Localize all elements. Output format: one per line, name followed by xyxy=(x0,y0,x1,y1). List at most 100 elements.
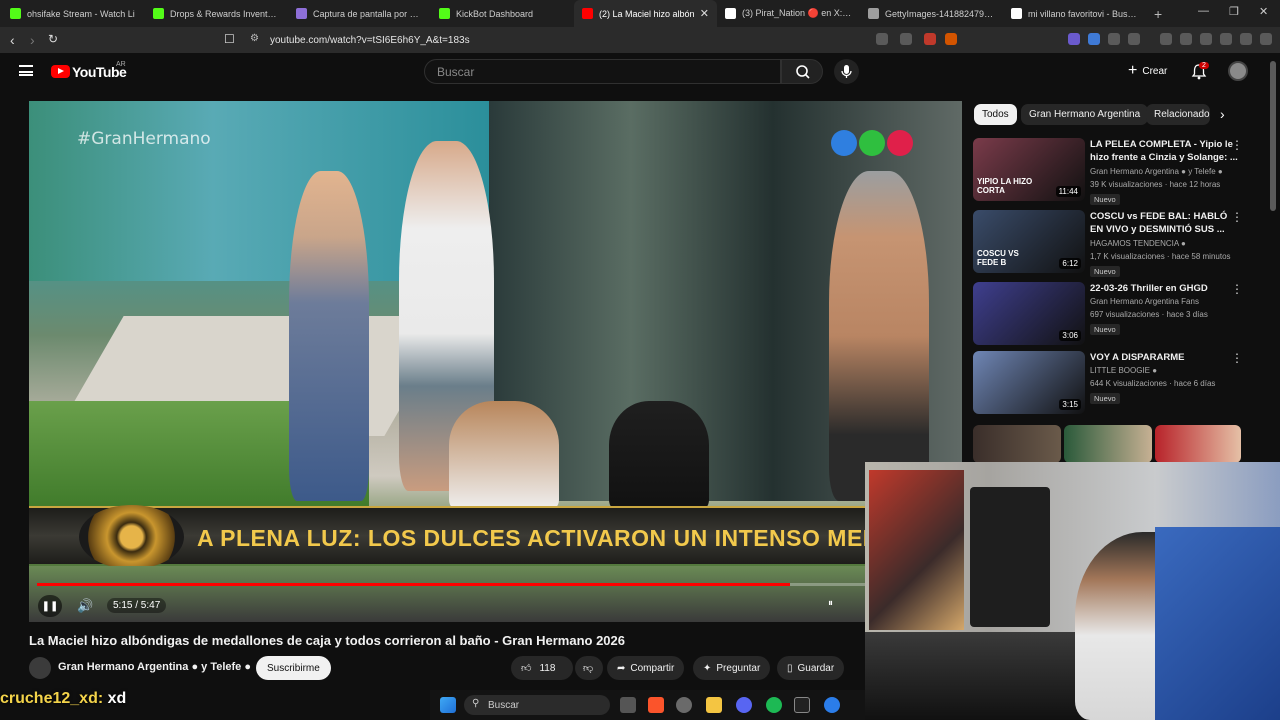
autoplay-toggle[interactable]: ⏸ xyxy=(828,598,833,609)
recommended-thumbnail[interactable] xyxy=(1064,425,1152,463)
search-input[interactable]: Buscar xyxy=(424,59,781,84)
recommended-video[interactable]: YIPIO LA HIZO CORTA 11:44 LA PELEA COMPLET… xyxy=(973,138,1263,205)
windows-start-icon[interactable] xyxy=(440,697,456,713)
share-icon[interactable] xyxy=(900,33,912,45)
tab[interactable]: ohsifake Stream - Watch Li xyxy=(2,0,145,27)
tab[interactable]: Drops & Rewards Inventory - K xyxy=(145,0,288,27)
wallet-icon[interactable] xyxy=(1200,33,1212,45)
extensions-puzzle-icon[interactable] xyxy=(1108,33,1120,45)
voice-search-button[interactable] xyxy=(834,59,859,84)
task-view-icon[interactable] xyxy=(620,697,636,713)
forward-icon[interactable]: › xyxy=(30,32,35,48)
video-player[interactable]: #GranHermano A PLENA LUZ: LOS DULCES ACT… xyxy=(29,101,962,622)
chevron-right-icon[interactable]: › xyxy=(1220,106,1225,122)
extension-icon[interactable] xyxy=(1068,33,1080,45)
channel-name[interactable]: Gran Hermano Argentina ● y Telefe ● xyxy=(1090,167,1223,176)
more-options-icon[interactable]: ⋮ xyxy=(1231,210,1243,224)
brave-rewards-icon[interactable] xyxy=(945,33,957,45)
video-title[interactable]: COSCU vs FEDE BAL: HABLÓ EN VIVO y DESMI… xyxy=(1090,210,1238,236)
account-avatar[interactable] xyxy=(1228,61,1248,81)
video-title[interactable]: 22-03-26 Thriller en GHGD xyxy=(1090,282,1238,295)
more-options-icon[interactable]: ⋮ xyxy=(1231,282,1243,296)
thumbs-down-icon: 👎︎ xyxy=(583,663,594,674)
brave-browser-icon[interactable] xyxy=(648,697,664,713)
spotify-icon[interactable] xyxy=(766,697,782,713)
file-explorer-icon[interactable] xyxy=(706,697,722,713)
taskbar-search[interactable]: ⚲ Buscar xyxy=(464,695,610,715)
recommended-thumbnail[interactable] xyxy=(1155,425,1241,463)
video-thumbnail[interactable]: COSCU VS FEDE B 6:12 xyxy=(973,210,1085,273)
video-duration: 3:15 xyxy=(1059,399,1081,410)
sidebar-icon[interactable] xyxy=(1180,33,1192,45)
save-button[interactable]: ▯ Guardar xyxy=(777,656,845,680)
video-thumbnail[interactable]: 3:15 xyxy=(973,351,1085,414)
tab[interactable]: GettyImages-1418824798.jpg xyxy=(860,0,1003,27)
ask-button[interactable]: ✦ Preguntar xyxy=(693,656,771,680)
poster xyxy=(869,470,964,630)
hamburger-menu-icon[interactable] xyxy=(19,65,33,76)
reload-icon[interactable]: ↻ xyxy=(48,32,58,46)
progress-bar[interactable] xyxy=(37,583,867,586)
url-field[interactable]: ⚙ youtube.com/watch?v=tSI6E6h6Y_A&t=183s xyxy=(242,30,962,50)
video-thumbnail[interactable]: 3:06 xyxy=(973,282,1085,345)
recommended-video[interactable]: 3:15 VOY A DISPARARME LITTLE BOOGIE ● 644 K… xyxy=(973,351,1263,415)
more-options-icon[interactable]: ⋮ xyxy=(1231,351,1243,365)
chip-relacionado[interactable]: Relacionado xyxy=(1146,104,1210,125)
app-icon[interactable] xyxy=(794,697,810,713)
pause-button[interactable]: ❚❚ xyxy=(38,595,62,617)
leo-icon[interactable] xyxy=(1220,33,1232,45)
tab[interactable]: KickBot Dashboard xyxy=(431,0,574,27)
subscribe-button[interactable]: Suscribirme xyxy=(256,656,331,680)
like-button[interactable]: 👍︎ 118 xyxy=(511,656,573,680)
channel-name[interactable]: LITTLE BOOGIE ● xyxy=(1090,366,1157,375)
scrollbar[interactable] xyxy=(1270,61,1276,211)
like-count: 118 xyxy=(539,662,556,674)
video-thumbnail[interactable]: YIPIO LA HIZO CORTA 11:44 xyxy=(973,138,1085,201)
discord-icon[interactable] xyxy=(736,697,752,713)
share-button[interactable]: ➦ Compartir xyxy=(607,656,685,680)
recommended-thumbnail[interactable] xyxy=(973,425,1061,463)
time-display: 5:15 / 5:47 xyxy=(107,598,167,613)
media-icon[interactable] xyxy=(1160,33,1172,45)
maximize-icon[interactable]: ❐ xyxy=(1229,5,1239,18)
create-button[interactable]: + Crear xyxy=(1120,60,1175,82)
tab-favicon-icon xyxy=(1011,8,1022,19)
recommended-video[interactable]: COSCU VS FEDE B 6:12 COSCU vs FEDE BAL: HA… xyxy=(973,210,1263,277)
menu-icon[interactable] xyxy=(1260,33,1272,45)
video-title[interactable]: LA PELEA COMPLETA - Yipio le hizo frente… xyxy=(1090,138,1238,164)
extension-icon[interactable] xyxy=(1128,33,1140,45)
channel-name[interactable]: Gran Hermano Argentina Fans xyxy=(1090,297,1199,306)
vpn-icon[interactable] xyxy=(1240,33,1252,45)
dislike-button[interactable]: 👎︎ xyxy=(575,656,603,680)
tab[interactable]: mi villano favoritovi - Buscar c xyxy=(1003,0,1146,27)
recommended-video[interactable]: 3:06 22-03-26 Thriller en GHGD Gran Herman… xyxy=(973,282,1263,346)
youtube-logo-icon[interactable] xyxy=(51,65,70,78)
tab[interactable]: (3) Pirat_Nation 🔴 en X: "Cap xyxy=(717,0,860,27)
search-button[interactable] xyxy=(781,59,823,84)
close-tab-icon[interactable]: ✕ xyxy=(696,7,709,20)
channel-name[interactable]: HAGAMOS TENDENCIA ● xyxy=(1090,239,1186,248)
channel-name[interactable]: Gran Hermano Argentina ● y Telefe ● xyxy=(58,661,251,673)
install-icon[interactable] xyxy=(876,33,888,45)
channel-avatar[interactable] xyxy=(29,657,51,679)
video-title[interactable]: VOY A DISPARARME xyxy=(1090,351,1238,364)
new-tab-button[interactable]: + xyxy=(1154,6,1162,22)
extension-icon[interactable] xyxy=(1088,33,1100,45)
app-icon[interactable] xyxy=(824,697,840,713)
more-options-icon[interactable]: ⋮ xyxy=(1231,138,1243,152)
tab-favicon-icon xyxy=(439,8,450,19)
brave-shield-icon[interactable] xyxy=(924,33,936,45)
tab-active[interactable]: (2) La Maciel hizo albón ✕ xyxy=(574,0,717,27)
site-info-icon[interactable]: ⚙ xyxy=(250,33,259,44)
app-icon[interactable] xyxy=(676,697,692,713)
tab[interactable]: Captura de pantalla por Lights xyxy=(288,0,431,27)
volume-icon[interactable]: 🔊 xyxy=(77,598,93,614)
minimize-icon[interactable]: — xyxy=(1198,5,1209,17)
back-icon[interactable]: ‹ xyxy=(10,32,15,48)
close-window-icon[interactable]: ✕ xyxy=(1259,5,1268,18)
new-badge: Nuevo xyxy=(1090,266,1120,277)
bookmark-icon[interactable]: ☐ xyxy=(224,32,235,46)
url-text: youtube.com/watch?v=tSI6E6h6Y_A&t=183s xyxy=(270,34,470,46)
chip-todos[interactable]: Todos xyxy=(974,104,1017,125)
chip-gran-hermano[interactable]: Gran Hermano Argentina xyxy=(1021,104,1149,125)
